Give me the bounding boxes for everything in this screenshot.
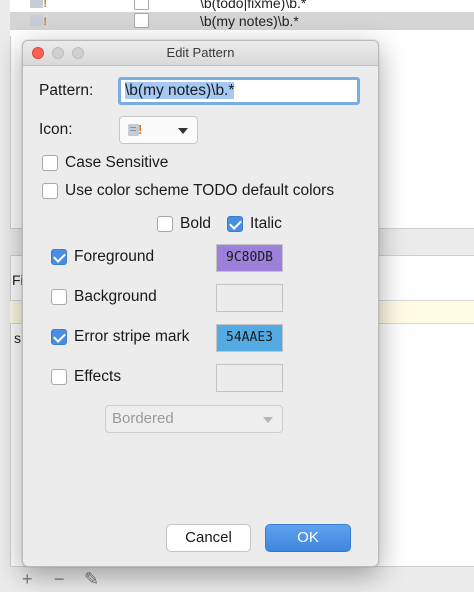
background-checkbox[interactable] bbox=[51, 289, 67, 305]
effect-type-dropdown[interactable]: Bordered bbox=[105, 405, 283, 433]
ok-button[interactable]: OK bbox=[265, 524, 351, 552]
foreground-checkbox[interactable] bbox=[51, 249, 67, 265]
chevron-down-icon bbox=[263, 417, 273, 423]
left-strip bbox=[0, 0, 11, 592]
table-row[interactable]: ! \b(todo|fixme)\b.* bbox=[10, 0, 474, 12]
row-checkbox[interactable] bbox=[134, 0, 149, 10]
case-sensitive-label[interactable]: Case Sensitive bbox=[65, 154, 168, 172]
patterns-table: ! \b(todo|fixme)\b.* ! \b(my notes)\b.* bbox=[10, 0, 474, 36]
icon-label: Icon: bbox=[39, 121, 73, 138]
effect-type-value: Bordered bbox=[112, 410, 174, 427]
remove-icon[interactable]: − bbox=[54, 569, 65, 589]
edit-icon[interactable]: ✎ bbox=[84, 569, 99, 589]
background-label[interactable]: Background bbox=[74, 288, 157, 306]
error-stripe-checkbox[interactable] bbox=[51, 329, 67, 345]
todo-icon: ! bbox=[30, 15, 47, 28]
pattern-label: Pattern: bbox=[39, 82, 94, 99]
pattern-input-value: \b(my notes)\b.* bbox=[125, 82, 235, 99]
background-panel bbox=[376, 36, 474, 556]
cancel-button[interactable]: Cancel bbox=[166, 524, 251, 552]
background-color-swatch[interactable] bbox=[216, 284, 283, 312]
bottom-toolbar: + − ✎ bbox=[10, 566, 474, 592]
table-row[interactable]: ! \b(my notes)\b.* bbox=[10, 12, 474, 30]
effects-checkbox[interactable] bbox=[51, 369, 67, 385]
effects-label[interactable]: Effects bbox=[74, 368, 121, 386]
foreground-label[interactable]: Foreground bbox=[74, 248, 154, 266]
row-checkbox[interactable] bbox=[134, 13, 149, 28]
icon-dropdown[interactable]: ! bbox=[119, 116, 198, 144]
effects-color-swatch[interactable] bbox=[216, 364, 283, 392]
add-icon[interactable]: + bbox=[22, 569, 33, 589]
italic-checkbox[interactable] bbox=[227, 216, 243, 232]
pattern-input[interactable]: \b(my notes)\b.* bbox=[118, 77, 360, 105]
bold-label[interactable]: Bold bbox=[180, 215, 211, 233]
use-color-scheme-checkbox[interactable] bbox=[42, 183, 58, 199]
foreground-color-swatch[interactable]: 9C80DB bbox=[216, 244, 283, 272]
chevron-down-icon bbox=[178, 128, 188, 134]
row-pattern-text: \b(todo|fixme)\b.* bbox=[200, 0, 307, 11]
todo-icon: ! bbox=[30, 0, 47, 10]
background-label: s bbox=[14, 330, 21, 346]
error-stripe-label[interactable]: Error stripe mark bbox=[74, 328, 189, 346]
row-pattern-text: \b(my notes)\b.* bbox=[200, 13, 299, 29]
italic-label[interactable]: Italic bbox=[250, 215, 282, 233]
dialog-title: Edit Pattern bbox=[166, 45, 235, 60]
error-stripe-color-swatch[interactable]: 54AAE3 bbox=[216, 324, 283, 352]
edit-pattern-dialog: Edit Pattern Pattern: \b(my notes)\b.* I… bbox=[22, 40, 379, 567]
dialog-titlebar: Edit Pattern bbox=[23, 41, 378, 66]
bold-checkbox[interactable] bbox=[157, 216, 173, 232]
use-color-scheme-label[interactable]: Use color scheme TODO default colors bbox=[65, 182, 334, 200]
case-sensitive-checkbox[interactable] bbox=[42, 155, 58, 171]
